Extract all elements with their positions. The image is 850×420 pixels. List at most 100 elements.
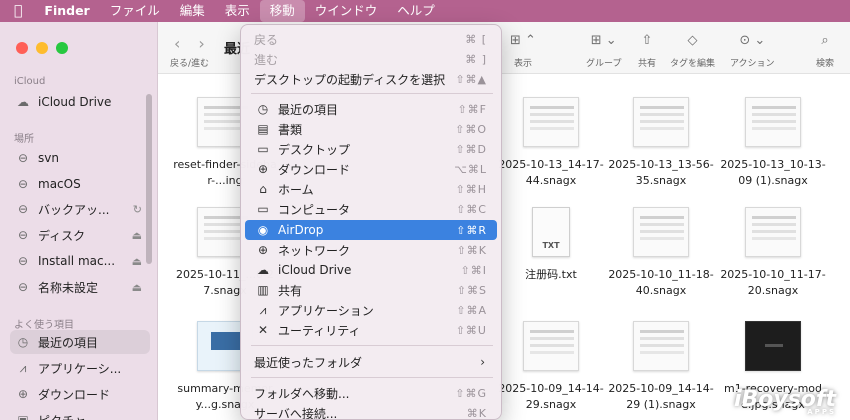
eject-icon[interactable]: ⏏ (132, 255, 142, 268)
drive-icon: ⊖ (17, 280, 29, 294)
sidebar-item-label: ダウンロード (38, 387, 111, 402)
home-icon: ⌂ (259, 182, 267, 196)
desktop-icon: ▭ (257, 142, 269, 156)
menu-item-forward[interactable]: 進む ⌘ ] (245, 49, 497, 69)
file-thumbnail (633, 207, 689, 257)
drive-icon: ⊖ (17, 202, 29, 216)
airdrop-icon: ◉ (257, 223, 269, 237)
menu-item-shared[interactable]: ▥ 共有 ⇧⌘S (245, 280, 497, 300)
menu-item-downloads[interactable]: ⊕ ダウンロード ⌥⌘L (245, 159, 497, 179)
file-thumbnail (745, 321, 801, 371)
menubar-view[interactable]: 表示 (215, 0, 260, 22)
file-item[interactable]: 2025-10-13_14-17-44.snagx (498, 97, 604, 189)
search-button[interactable]: ⌕ 検索 (816, 32, 834, 69)
menubar-go[interactable]: 移動 (259, 0, 305, 22)
cloud-icon: ☁ (257, 263, 269, 277)
menu-item-back[interactable]: 戻る ⌘ [ (245, 29, 497, 49)
menu-item-connect-to-server[interactable]: サーバへ接続... ⌘K (245, 403, 497, 420)
sidebar-item-label: 名称未設定 (38, 280, 99, 295)
menu-item-network[interactable]: ⊕ ネットワーク ⇧⌘K (245, 240, 497, 260)
sidebar-item-label: ピクチャ (38, 412, 86, 420)
edit-tags-button[interactable]: ◇ タグを編集 (670, 32, 715, 69)
menu-separator (251, 377, 493, 378)
eject-icon[interactable]: ⏏ (132, 229, 142, 242)
menubar-file[interactable]: ファイル (100, 0, 170, 22)
menu-item-home[interactable]: ⌂ ホーム ⇧⌘H (245, 179, 497, 199)
menu-item-recents[interactable]: ◷ 最近の項目 ⇧⌘F (245, 99, 497, 119)
group-button[interactable]: ⊞ ⌄ グループ (586, 32, 621, 69)
computer-icon: ▭ (257, 202, 269, 216)
sidebar-item-downloads[interactable]: ⊕ ダウンロード (10, 382, 150, 406)
sidebar-item-backup[interactable]: ⊖ バックアッ... ↻ (10, 197, 150, 221)
sidebar-item-label: バックアッ... (38, 202, 110, 217)
action-button[interactable]: ⊙ ⌄ アクション (730, 32, 775, 69)
sidebar-item-recents[interactable]: ◷ 最近の項目 (10, 330, 150, 354)
menu-item-icloud-drive[interactable]: ☁ iCloud Drive ⇧⌘I (245, 260, 497, 280)
sync-icon: ↻ (132, 202, 142, 216)
menu-item-documents[interactable]: ▤ 書類 ⇧⌘O (245, 119, 497, 139)
menu-item-select-startup-disk[interactable]: デスクトップの起動ディスクを選択 ⇧⌘▲ (245, 69, 497, 89)
chevron-right-icon: › (480, 355, 485, 369)
menu-item-utilities[interactable]: ✕ ユーティリティ ⇧⌘U (245, 320, 497, 340)
text-file-icon: TXT (532, 207, 570, 257)
back-button[interactable]: ‹ (174, 34, 180, 53)
sidebar-item-pictures[interactable]: ▣ ピクチャ (10, 408, 150, 420)
drive-icon: ⊖ (17, 228, 29, 242)
file-item[interactable]: TXT 注册码.txt (498, 207, 604, 283)
share-button[interactable]: ⇧ 共有 (638, 32, 656, 69)
sidebar-item-svn[interactable]: ⊖ svn (10, 146, 150, 170)
menu-item-go-to-folder[interactable]: フォルダへ移動... ⇧⌘G (245, 383, 497, 403)
sidebar-section-favorites: よく使う項目 (14, 320, 74, 331)
drive-icon: ⊖ (17, 254, 29, 268)
tag-icon: ◇ (687, 33, 698, 48)
close-window-button[interactable] (16, 42, 28, 54)
sidebar-scrollbar[interactable] (146, 94, 152, 264)
file-item[interactable]: 2025-10-13_13-56-35.snagx (608, 97, 714, 189)
menu-item-applications[interactable]: ⩘ アプリケーション ⇧⌘A (245, 300, 497, 320)
menubar-edit[interactable]: 編集 (170, 0, 215, 22)
sidebar-item-label: svn (38, 151, 59, 165)
sidebar-item-macos[interactable]: ⊖ macOS (10, 172, 150, 196)
menubar-window[interactable]: ウインドウ (305, 0, 388, 22)
file-item[interactable]: 2025-10-10_11-17-20.snagx (720, 207, 826, 299)
sidebar-item-applications[interactable]: ⩘ アプリケーシ... (10, 356, 150, 380)
menu-item-desktop[interactable]: ▭ デスクトップ ⇧⌘D (245, 139, 497, 159)
sidebar-item-install-macos[interactable]: ⊖ Install mac... ⏏ (10, 249, 150, 273)
cloud-icon: ☁ (17, 95, 29, 109)
download-icon: ⊕ (17, 387, 29, 401)
zoom-window-button[interactable] (56, 42, 68, 54)
file-item[interactable]: 2025-10-10_11-18-40.snagx (608, 207, 714, 299)
sidebar-section-locations: 場所 (14, 134, 34, 145)
file-thumbnail (523, 321, 579, 371)
view-button[interactable]: ⊞ ⌃ 表示 (510, 32, 536, 69)
window-controls (16, 42, 68, 54)
picture-icon: ▣ (17, 413, 29, 420)
file-item[interactable]: 2025-10-13_10-13-09 (1).snagx (720, 97, 826, 189)
drive-icon: ⊖ (17, 177, 29, 191)
sidebar: iCloud ☁ iCloud Drive 場所 ⊖ svn ⊖ macOS ⊖… (0, 22, 158, 420)
sidebar-item-icloud-drive[interactable]: ☁ iCloud Drive (10, 90, 150, 114)
apple-menu-icon[interactable]:  (0, 0, 34, 22)
document-icon: ▤ (257, 122, 269, 136)
menu-separator (251, 345, 493, 346)
sidebar-item-disk[interactable]: ⊖ ディスク ⏏ (10, 223, 150, 247)
menubar-finder[interactable]: Finder (34, 0, 99, 22)
sidebar-item-label: Install mac... (38, 254, 116, 268)
action-icon: ⊙ ⌄ (739, 33, 766, 48)
file-item[interactable]: 2025-10-09_14-14-29.snagx (498, 321, 604, 413)
nav-label: 戻る/進む (170, 59, 210, 69)
eject-icon[interactable]: ⏏ (132, 281, 142, 294)
brand-watermark: iBoysoft APPS (733, 387, 836, 416)
menu-item-airdrop[interactable]: ◉ AirDrop ⇧⌘R (245, 220, 497, 240)
network-icon: ⊕ (257, 243, 269, 257)
sidebar-item-label: 最近の項目 (38, 335, 99, 350)
go-menu: 戻る ⌘ [ 進む ⌘ ] デスクトップの起動ディスクを選択 ⇧⌘▲ ◷ 最近の… (240, 24, 502, 420)
file-item[interactable]: 2025-10-09_14-14-29 (1).snagx (608, 321, 714, 413)
menubar-help[interactable]: ヘルプ (387, 0, 445, 22)
minimize-window-button[interactable] (36, 42, 48, 54)
forward-button[interactable]: › (198, 34, 204, 53)
utilities-icon: ✕ (257, 323, 269, 337)
menu-item-recent-folders[interactable]: 最近使ったフォルダ › (245, 352, 497, 372)
menu-item-computer[interactable]: ▭ コンピュータ ⇧⌘C (245, 199, 497, 219)
sidebar-item-untitled[interactable]: ⊖ 名称未設定 ⏏ (10, 275, 150, 299)
